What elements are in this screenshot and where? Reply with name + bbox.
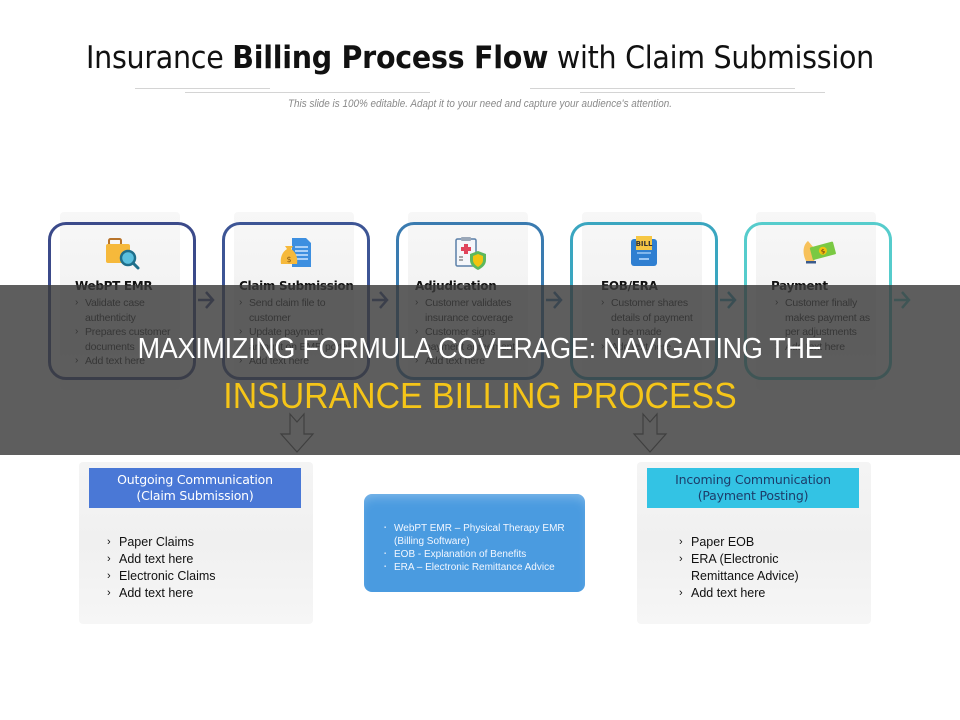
incoming-panel-heading: Incoming Communication (Payment Posting) xyxy=(647,468,859,508)
title-bold: Billing Process Flow xyxy=(232,40,549,76)
incoming-item: Add text here xyxy=(679,585,829,602)
title-rule-right-1 xyxy=(530,88,795,89)
incoming-item: Paper EOB xyxy=(679,534,829,551)
money-bag-document-icon: $ xyxy=(280,238,311,267)
incoming-heading-line2: (Payment Posting) xyxy=(697,488,809,503)
glossary-box: WebPT EMR – Physical Therapy EMR (Billin… xyxy=(364,494,585,592)
bill-icon: BILL xyxy=(631,236,657,266)
outgoing-item: Paper Claims xyxy=(107,534,216,551)
glossary-item: ERA – Electronic Remittance Advice xyxy=(384,561,580,574)
caption-overlay: MAXIMIZING FORMULA COVERAGE: NAVIGATING … xyxy=(0,285,960,455)
outgoing-heading-line1: Outgoing Communication xyxy=(117,472,273,487)
incoming-heading-line1: Incoming Communication xyxy=(675,472,831,487)
outgoing-item: Electronic Claims xyxy=(107,568,216,585)
outgoing-item: Add text here xyxy=(107,551,216,568)
title-rule-right-2 xyxy=(580,92,825,93)
outgoing-heading-line2: (Claim Submission) xyxy=(136,488,254,503)
glossary-items: WebPT EMR – Physical Therapy EMR (Billin… xyxy=(384,522,580,574)
glossary-item: EOB - Explanation of Benefits xyxy=(384,548,580,561)
svg-text:$: $ xyxy=(286,255,291,264)
glossary-item: WebPT EMR – Physical Therapy EMR (Billin… xyxy=(384,522,580,548)
incoming-communication-panel: Incoming Communication (Payment Posting)… xyxy=(637,462,871,624)
title-rule-left-1 xyxy=(135,88,270,89)
caption-line2: INSURANCE BILLING PROCESS xyxy=(223,375,737,416)
incoming-items: Paper EOB ERA (Electronic Remittance Adv… xyxy=(679,534,829,602)
outgoing-item: Add text here xyxy=(107,585,216,602)
outgoing-panel-heading: Outgoing Communication (Claim Submission… xyxy=(89,468,301,508)
outgoing-communication-panel: Outgoing Communication (Claim Submission… xyxy=(79,462,313,624)
caption-line1: MAXIMIZING FORMULA COVERAGE: NAVIGATING … xyxy=(137,333,823,365)
hand-money-icon: $ xyxy=(803,241,836,264)
slide-title: Insurance Billing Process Flow with Clai… xyxy=(38,40,921,76)
medical-clipboard-shield-icon xyxy=(455,237,486,270)
svg-text:BILL: BILL xyxy=(636,240,653,248)
title-rule-left-2 xyxy=(185,92,430,93)
outgoing-items: Paper Claims Add text here Electronic Cl… xyxy=(107,534,216,602)
slide-subtitle: This slide is 100% editable. Adapt it to… xyxy=(287,98,673,110)
incoming-item: ERA (Electronic Remittance Advice) xyxy=(679,551,829,585)
title-post: with Claim Submission xyxy=(548,40,874,76)
briefcase-search-icon xyxy=(106,238,140,270)
title-pre: Insurance xyxy=(86,40,233,76)
